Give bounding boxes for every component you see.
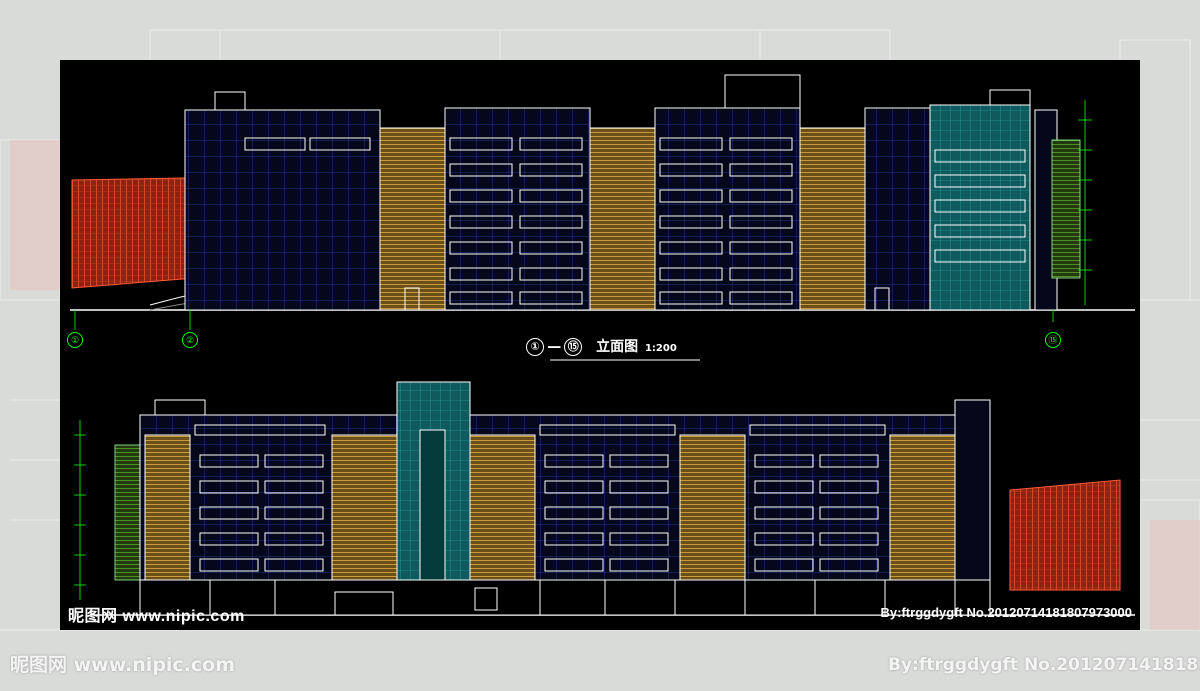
watermark-outer-left: 昵图网 www.nipic.com xyxy=(10,654,236,676)
watermark-inner-left: 昵图网 www.nipic.com xyxy=(68,608,245,625)
top-elevation xyxy=(70,74,1135,330)
drawing-title: ① — ⑮ 立面图 1:200 xyxy=(60,336,1140,356)
cad-drawing-canvas: ① ② ⑮ ① — ⑮ 立面图 1:200 昵图网 www.nipic.com By… xyxy=(60,60,1140,630)
title-scale: 1:200 xyxy=(644,343,677,354)
title-axis-end: ⑮ xyxy=(564,338,583,356)
title-axis-start: ① xyxy=(526,338,545,356)
watermark-inner-right: By:ftrggdygft No.20120714181807973000 xyxy=(880,605,1132,620)
watermark-outer-right: By:ftrggdygft No.20120714181818 xyxy=(888,655,1200,675)
bottom-elevation xyxy=(74,381,1135,616)
title-text: 立面图 xyxy=(596,339,639,355)
title-dash: — xyxy=(547,339,562,355)
